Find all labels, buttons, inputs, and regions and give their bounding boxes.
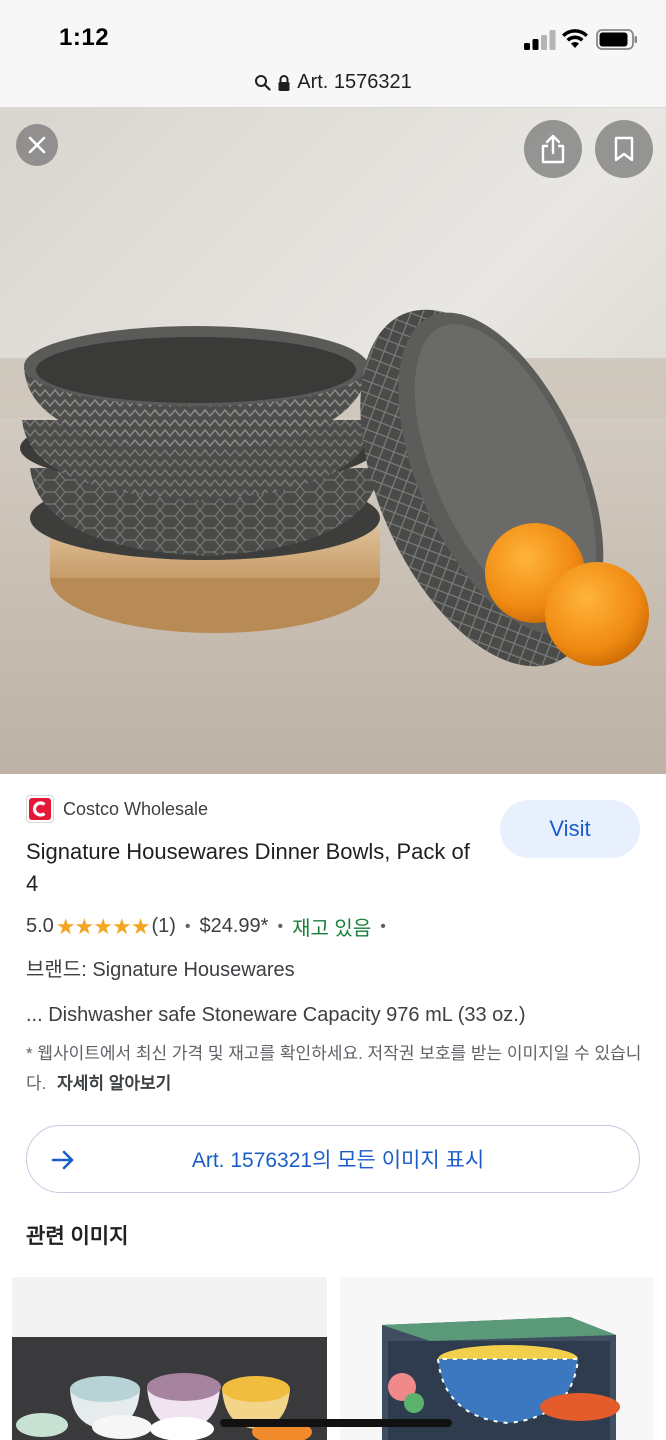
learn-more-link[interactable]: 자세히 알아보기 (57, 1074, 171, 1093)
review-count: (1) (151, 915, 176, 937)
site-name: Costco Wholesale (63, 798, 209, 819)
save-button[interactable] (595, 120, 653, 178)
close-icon (28, 136, 46, 154)
url-text: Art. 1576321 (297, 71, 412, 93)
price: $24.99* (199, 915, 269, 937)
related-image-1[interactable] (12, 1277, 327, 1440)
arrow-right-icon (51, 1150, 74, 1170)
cellular-signal-icon (524, 30, 556, 50)
brand-line: 브랜드: Signature Housewares (26, 959, 295, 981)
rating-value: 5.0 (26, 915, 54, 937)
battery-icon (596, 29, 637, 50)
separator-dot: • (277, 917, 284, 935)
status-bar: 1:12 (0, 0, 666, 62)
product-description: ... Dishwasher safe Stoneware Capacity 9… (26, 1004, 526, 1026)
url-bar[interactable]: Art. 1576321 (0, 62, 666, 108)
stock-status: 재고 있음 (292, 918, 372, 940)
separator-dot: • (380, 917, 386, 935)
costco-logo-icon (26, 795, 54, 823)
separator-dot: • (184, 917, 191, 935)
source-row[interactable]: Costco Wholesale (26, 795, 208, 823)
product-meta-row: 5.0 ★★★★★ (1) • $24.99* • 재고 있음 • (26, 912, 395, 941)
share-button[interactable] (524, 120, 582, 178)
show-all-images-button[interactable]: Art. 1576321의 모든 이미지 표시 (26, 1125, 640, 1193)
disclaimer-note: * 웹사이트에서 최신 가격 및 재고를 확인하세요. 저작권 보호를 받는 이… (26, 1039, 646, 1099)
lock-icon (278, 74, 290, 91)
show-all-images-label: Art. 1576321의 모든 이미지 표시 (191, 1149, 485, 1172)
status-time: 1:12 (59, 24, 110, 51)
visit-button[interactable]: Visit (500, 800, 640, 858)
share-icon (541, 134, 565, 164)
search-icon (255, 75, 271, 91)
related-images-title: 관련 이미지 (26, 1225, 129, 1248)
bookmark-icon (614, 136, 634, 162)
home-indicator[interactable] (220, 1419, 452, 1427)
related-image-1-photo (12, 1277, 327, 1440)
close-button[interactable] (16, 124, 58, 166)
related-image-2-photo (340, 1277, 654, 1440)
bowls-photo (0, 108, 666, 774)
product-title[interactable]: Signature Housewares Dinner Bowls, Pack … (26, 836, 486, 900)
wifi-icon (562, 29, 588, 48)
related-image-2[interactable] (340, 1277, 654, 1440)
product-image[interactable] (0, 108, 666, 774)
rating-stars: ★★★★★ (55, 913, 151, 939)
